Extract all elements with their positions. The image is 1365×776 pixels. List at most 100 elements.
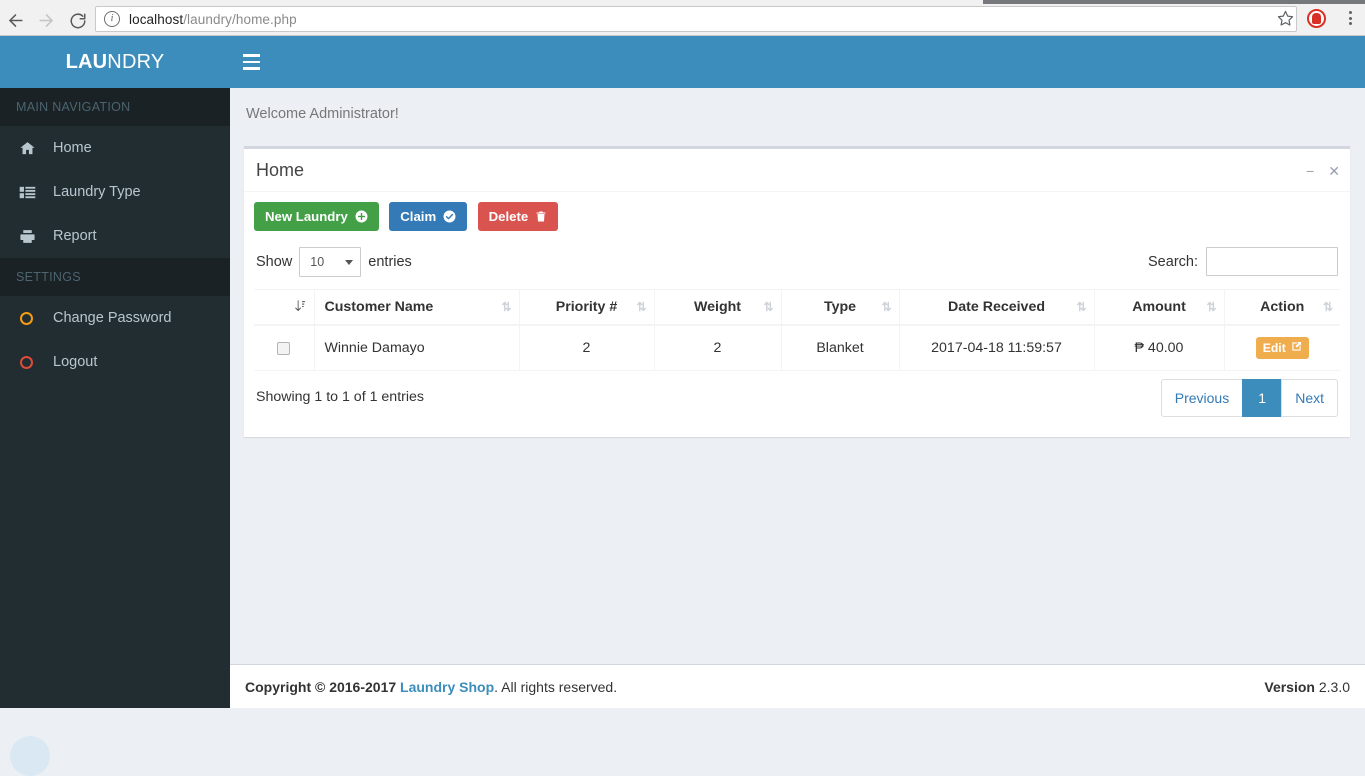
menu-dot xyxy=(1348,11,1352,14)
column-label: Customer Name xyxy=(324,299,434,315)
avatar[interactable] xyxy=(10,736,50,776)
cell-action: Edit xyxy=(1223,325,1340,371)
sidebar-item-label: Change Password xyxy=(53,310,172,326)
logo-light: NDRY xyxy=(107,50,165,73)
column-amount[interactable]: Amount ⇅ xyxy=(1093,289,1224,326)
content-area: Welcome Administrator! Home − ✕ New Laun… xyxy=(230,36,1365,708)
table-row[interactable]: Winnie Damayo 2 2 Blanket 2017-04-18 11:… xyxy=(254,325,1340,371)
pagination: Previous 1 Next xyxy=(1160,379,1338,417)
company-link[interactable]: Laundry Shop xyxy=(400,679,494,695)
extension-glyph xyxy=(1312,13,1321,24)
copyright-prefix: Copyright © 2016-2017 xyxy=(245,678,397,695)
edit-label: Edit xyxy=(1262,341,1286,355)
new-laundry-button[interactable]: New Laundry xyxy=(254,202,379,231)
claim-button[interactable]: Claim xyxy=(389,202,468,231)
column-type[interactable]: Type ⇅ xyxy=(780,289,899,326)
entries-select[interactable]: 10 xyxy=(299,247,362,277)
new-laundry-label: New Laundry xyxy=(265,209,348,224)
home-icon xyxy=(19,140,43,157)
length-control: Show 10 entries xyxy=(256,247,412,277)
app-logo[interactable]: LAU NDRY xyxy=(0,36,230,88)
sidebar-item-label: Report xyxy=(53,228,97,244)
column-action[interactable]: Action ⇅ xyxy=(1223,289,1340,326)
sidebar-item-logout[interactable]: Logout xyxy=(0,340,230,384)
entries-label: entries xyxy=(368,254,412,270)
entries-select-value: 10 xyxy=(310,255,325,269)
sort-icon: ⇅ xyxy=(1076,300,1086,314)
search-input[interactable] xyxy=(1206,247,1338,276)
copyright-text: Copyright © 2016-2017 Laundry Shop. All … xyxy=(245,679,617,695)
pagination-page-1[interactable]: 1 xyxy=(1242,379,1283,417)
row-checkbox[interactable] xyxy=(277,341,291,355)
url-host: localhost xyxy=(129,11,184,27)
sidebar-item-label: Laundry Type xyxy=(53,184,141,200)
sidebar-item-label: Home xyxy=(53,140,92,156)
row-select-cell[interactable] xyxy=(254,325,314,371)
close-icon[interactable]: ✕ xyxy=(1328,164,1340,178)
claim-label: Claim xyxy=(400,209,437,224)
sidebar-item-label: Logout xyxy=(53,354,98,370)
home-box: Home − ✕ New Laundry Claim Delete Show 1… xyxy=(244,146,1350,437)
column-label: Amount xyxy=(1132,299,1186,315)
address-bar[interactable]: i localhost/laundry/home.php xyxy=(95,6,1297,32)
column-label: Action xyxy=(1260,299,1305,315)
edit-button[interactable]: Edit xyxy=(1255,337,1309,359)
logo-bold: LAU xyxy=(65,50,108,73)
sort-icon: ⇅ xyxy=(1206,300,1216,314)
search-control: Search: xyxy=(1148,247,1338,276)
search-label: Search: xyxy=(1148,253,1198,270)
sidebar-item-home[interactable]: Home xyxy=(0,126,230,170)
sort-icon: ⇅ xyxy=(763,300,773,314)
delete-label: Delete xyxy=(488,209,529,224)
minimize-icon[interactable]: − xyxy=(1306,164,1314,178)
hamburger-bar xyxy=(242,67,260,70)
column-weight[interactable]: Weight ⇅ xyxy=(653,289,781,326)
delete-button[interactable]: Delete xyxy=(477,202,559,231)
sort-active-icon xyxy=(294,300,305,315)
list-icon xyxy=(19,184,43,201)
sidebar-item-laundry-type[interactable]: Laundry Type xyxy=(0,170,230,214)
column-label: Date Received xyxy=(948,299,1045,315)
sidebar-item-report[interactable]: Report xyxy=(0,214,230,258)
version-number: 2.3.0 xyxy=(1318,678,1350,695)
tab-sliver[interactable] xyxy=(983,0,1365,4)
laundry-table: Customer Name ⇅ Priority # ⇅ Weight ⇅ Ty… xyxy=(254,289,1340,371)
column-label: Type xyxy=(823,299,857,315)
sort-icon: ⇅ xyxy=(881,300,891,314)
sidebar-header-settings: SETTINGS xyxy=(0,258,230,296)
column-customer-name[interactable]: Customer Name ⇅ xyxy=(313,289,519,326)
version-text: Version 2.3.0 xyxy=(1264,679,1350,695)
url-text: localhost/laundry/home.php xyxy=(129,12,297,27)
datatable-footer: Showing 1 to 1 of 1 entries Previous 1 N… xyxy=(254,377,1340,423)
column-label: Priority # xyxy=(555,299,618,315)
chrome-menu-icon[interactable] xyxy=(1341,8,1359,28)
pagination-previous[interactable]: Previous xyxy=(1160,379,1244,417)
menu-dot xyxy=(1348,22,1352,25)
table-head: Customer Name ⇅ Priority # ⇅ Weight ⇅ Ty… xyxy=(254,289,1340,326)
column-select[interactable] xyxy=(254,289,314,326)
reload-icon[interactable] xyxy=(62,5,93,36)
chevron-down-icon xyxy=(345,260,354,265)
app-shell: LAU NDRY MAIN NAVIGATION Home Laundry Typ… xyxy=(0,36,1365,776)
column-priority[interactable]: Priority # ⇅ xyxy=(518,289,654,326)
sidebar-header-main: MAIN NAVIGATION xyxy=(0,88,230,126)
trash-icon xyxy=(535,210,547,223)
column-date-received[interactable]: Date Received ⇅ xyxy=(898,289,1094,326)
pagination-next[interactable]: Next xyxy=(1281,379,1338,417)
table-body: Winnie Damayo 2 2 Blanket 2017-04-18 11:… xyxy=(254,325,1340,371)
cell-type: Blanket xyxy=(780,325,899,371)
sidebar-item-change-password[interactable]: Change Password xyxy=(0,296,230,340)
site-info-icon[interactable]: i xyxy=(104,11,120,27)
forward-arrow-icon xyxy=(31,5,62,36)
plus-circle-icon xyxy=(355,210,368,223)
page-title: Home xyxy=(256,159,305,180)
box-body: New Laundry Claim Delete Show 10 entries… xyxy=(244,192,1350,437)
hamburger-icon[interactable] xyxy=(230,36,272,88)
back-arrow-icon[interactable] xyxy=(0,5,31,36)
extension-icon[interactable] xyxy=(1307,9,1326,28)
bookmark-star-icon[interactable] xyxy=(1277,10,1294,27)
box-header: Home − ✕ xyxy=(244,149,1350,192)
cell-customer-name: Winnie Damayo xyxy=(313,325,519,371)
url-path: /laundry/home.php xyxy=(183,11,297,27)
top-navbar xyxy=(230,36,1365,88)
